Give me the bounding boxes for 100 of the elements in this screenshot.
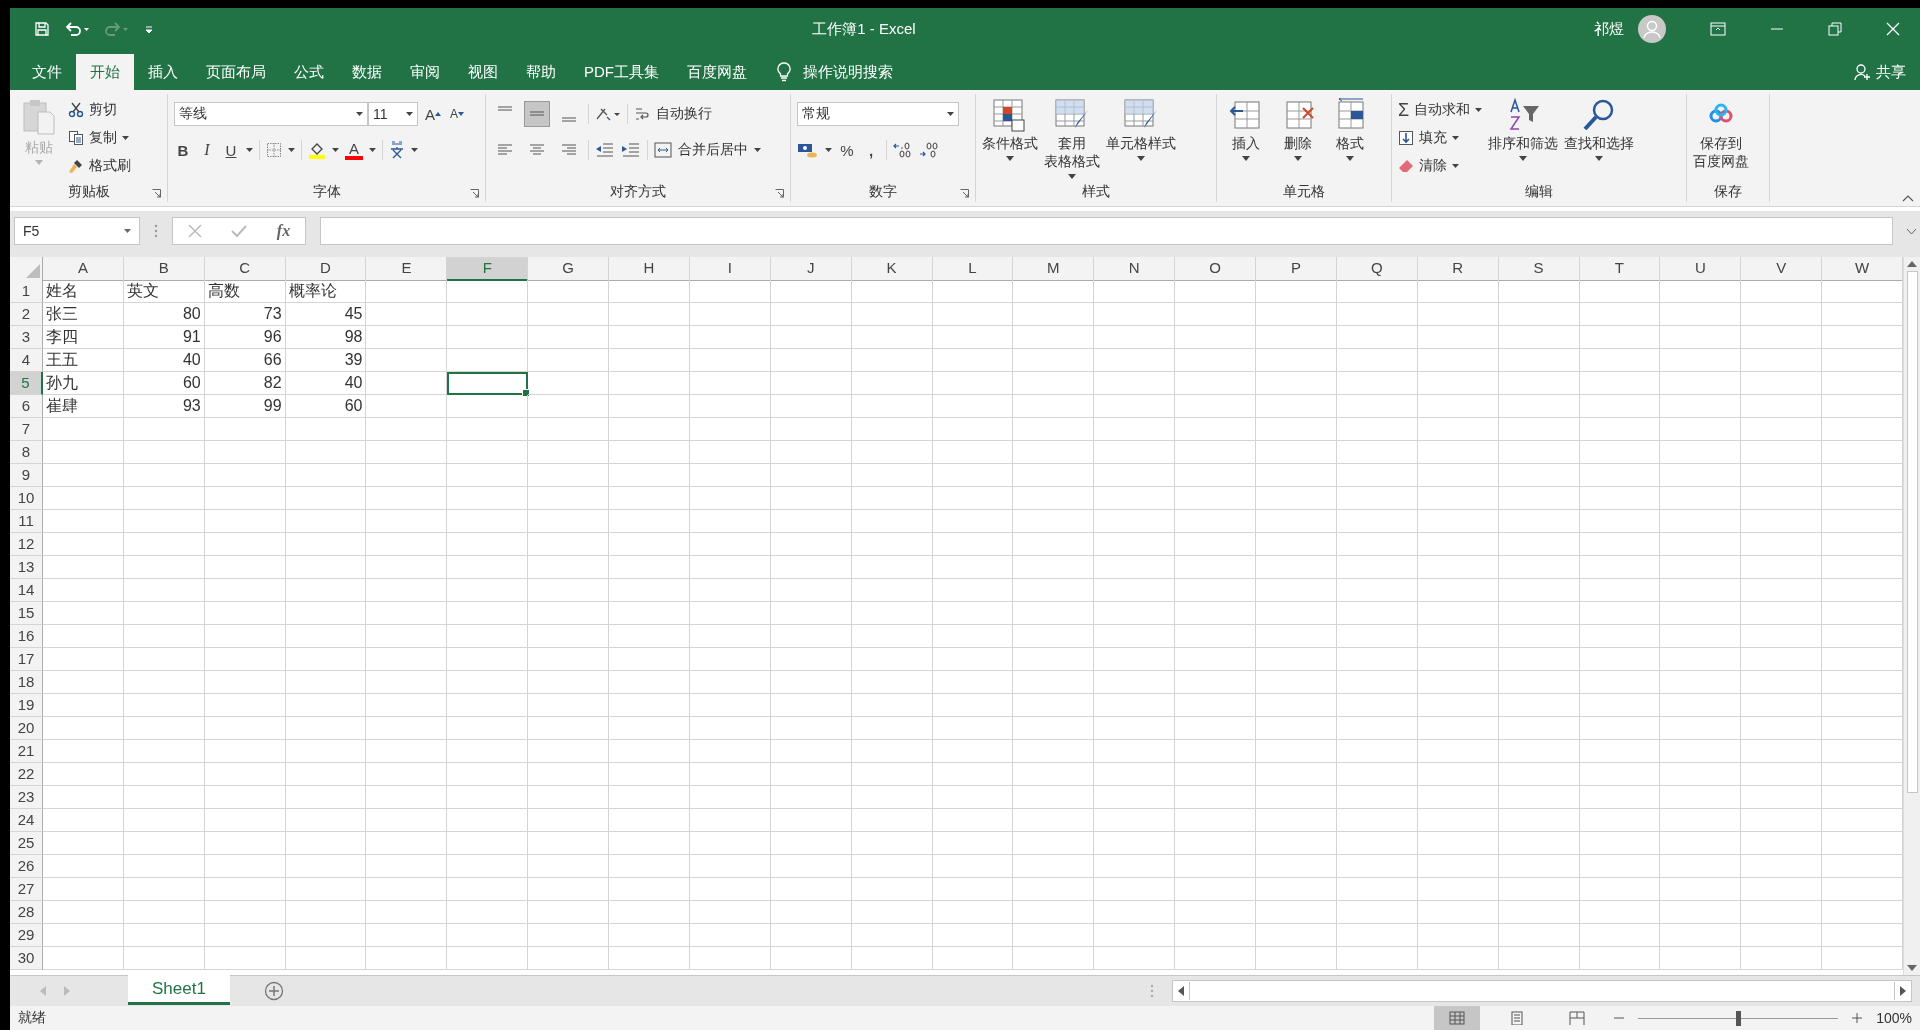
column-header[interactable]: L bbox=[932, 257, 1014, 281]
increase-font-size-button[interactable]: A bbox=[424, 102, 442, 126]
autosum-button[interactable]: 自动求和 bbox=[1414, 101, 1471, 119]
horizontal-scrollbar-thumb[interactable] bbox=[1189, 982, 1895, 1000]
font-name-dropdown[interactable]: 等线 bbox=[174, 102, 368, 126]
tell-me-search[interactable]: 操作说明搜索 bbox=[803, 62, 893, 82]
eraser-icon[interactable] bbox=[1398, 158, 1414, 174]
save-to-cloud-button[interactable]: 保存到 百度网盘 bbox=[1693, 134, 1749, 170]
paintbrush-icon[interactable] bbox=[68, 158, 84, 174]
row-header[interactable]: 2 bbox=[10, 303, 43, 326]
insert-function-button[interactable]: fx bbox=[276, 222, 291, 240]
name-box[interactable]: F5 bbox=[14, 217, 140, 245]
column-header[interactable]: O bbox=[1175, 257, 1257, 281]
row-header[interactable]: 12 bbox=[10, 533, 43, 556]
column-header[interactable]: T bbox=[1579, 257, 1661, 281]
fill-color-icon[interactable] bbox=[308, 141, 326, 159]
clear-button[interactable]: 清除 bbox=[1419, 157, 1447, 175]
cut-button[interactable]: 剪切 bbox=[89, 101, 117, 119]
caret-icon[interactable] bbox=[288, 148, 295, 152]
row-header[interactable]: 3 bbox=[10, 326, 43, 349]
ribbon-tab[interactable]: 文件 bbox=[18, 54, 76, 90]
row-header[interactable]: 17 bbox=[10, 648, 43, 671]
formula-input[interactable] bbox=[320, 217, 1893, 245]
zoom-in-icon[interactable] bbox=[1852, 1013, 1863, 1023]
percent-button[interactable]: % bbox=[838, 138, 856, 162]
caret-icon[interactable] bbox=[1452, 164, 1459, 168]
row-header[interactable]: 29 bbox=[10, 924, 43, 947]
caret-icon[interactable] bbox=[1595, 156, 1604, 161]
triangle-icon[interactable] bbox=[458, 112, 464, 116]
checkmark-icon[interactable] bbox=[231, 224, 248, 238]
caret-icon[interactable] bbox=[369, 148, 376, 152]
currency-icon[interactable] bbox=[797, 141, 819, 159]
styles-button[interactable]: 条件格式 bbox=[982, 134, 1038, 152]
row-header[interactable]: 5 bbox=[10, 372, 43, 395]
collapse-ribbon-icon[interactable] bbox=[1902, 194, 1914, 202]
caret-icon[interactable] bbox=[1519, 156, 1528, 161]
ribbon-tab[interactable]: 百度网盘 bbox=[673, 54, 761, 90]
caret-icon[interactable] bbox=[1346, 156, 1354, 161]
restore-icon[interactable] bbox=[1828, 22, 1842, 36]
row-header[interactable]: 25 bbox=[10, 832, 43, 855]
column-header[interactable]: V bbox=[1741, 257, 1823, 281]
sheet-tab[interactable]: Sheet1 bbox=[128, 975, 230, 1005]
column-header[interactable]: D bbox=[285, 257, 367, 281]
view-mode-button[interactable] bbox=[1434, 1006, 1481, 1030]
row-header[interactable]: 15 bbox=[10, 602, 43, 625]
copy-button[interactable]: 复制 bbox=[89, 129, 117, 147]
borders-icon[interactable] bbox=[266, 142, 282, 158]
row-header[interactable]: 22 bbox=[10, 763, 43, 786]
cells-button[interactable]: 插入 bbox=[1232, 134, 1260, 152]
row-header[interactable]: 27 bbox=[10, 878, 43, 901]
column-header[interactable]: E bbox=[366, 257, 448, 281]
scroll-down-icon[interactable] bbox=[1907, 965, 1917, 971]
ribbon-tab[interactable]: PDF工具集 bbox=[570, 54, 673, 90]
row-header[interactable]: 26 bbox=[10, 855, 43, 878]
scroll-up-icon[interactable] bbox=[1907, 261, 1917, 267]
grid-icon[interactable] bbox=[1449, 1011, 1466, 1025]
ribbon-tab[interactable]: 开始 bbox=[76, 54, 134, 90]
wrap-text-button[interactable]: 自动换行 bbox=[656, 105, 712, 123]
decrease-indent-icon[interactable] bbox=[595, 142, 615, 158]
dialog-launcher-icon[interactable] bbox=[775, 189, 784, 198]
caret-icon[interactable] bbox=[246, 148, 253, 152]
sort-filter-button[interactable]: 排序和筛选 bbox=[1488, 134, 1559, 152]
decrease-decimal-icon[interactable] bbox=[919, 141, 939, 159]
cells-button[interactable]: 删除 bbox=[1284, 134, 1312, 152]
column-header[interactable]: B bbox=[123, 257, 205, 281]
zoom-slider-thumb[interactable] bbox=[1736, 1010, 1742, 1026]
merge-center-button[interactable]: 合并后居中 bbox=[678, 141, 748, 159]
ribbon-tab[interactable]: 帮助 bbox=[512, 54, 570, 90]
clipboard-icon[interactable] bbox=[22, 98, 56, 136]
row-header[interactable]: 20 bbox=[10, 717, 43, 740]
avatar-icon[interactable] bbox=[1638, 15, 1666, 43]
undo-icon[interactable] bbox=[64, 21, 90, 37]
cells-icon[interactable] bbox=[1229, 98, 1263, 132]
column-header[interactable]: U bbox=[1660, 257, 1742, 281]
column-header[interactable]: S bbox=[1498, 257, 1580, 281]
caret-icon[interactable] bbox=[754, 148, 761, 152]
row-header[interactable]: 6 bbox=[10, 395, 43, 418]
ribbon-tab[interactable]: 插入 bbox=[134, 54, 192, 90]
ribbon-tab[interactable]: 页面布局 bbox=[192, 54, 280, 90]
save-icon[interactable] bbox=[34, 21, 50, 37]
phonetic-guide-icon[interactable] bbox=[389, 141, 405, 159]
caret-icon[interactable] bbox=[1242, 156, 1250, 161]
caret-icon[interactable] bbox=[825, 148, 832, 152]
active-cell[interactable] bbox=[447, 372, 529, 395]
comma-style-button[interactable]: , bbox=[862, 138, 880, 162]
fill-down-icon[interactable] bbox=[1398, 130, 1414, 146]
customize-toolbar-icon[interactable] bbox=[144, 23, 154, 35]
caret-icon[interactable] bbox=[1452, 136, 1459, 140]
column-header[interactable]: J bbox=[770, 257, 852, 281]
caret-icon[interactable] bbox=[1475, 108, 1483, 112]
format-painter-button[interactable]: 格式刷 bbox=[89, 157, 131, 175]
triangle-icon[interactable] bbox=[435, 112, 441, 116]
merge-center-icon[interactable] bbox=[654, 142, 672, 158]
caret-icon[interactable] bbox=[122, 136, 129, 140]
row-header[interactable]: 21 bbox=[10, 740, 43, 763]
column-header[interactable]: R bbox=[1417, 257, 1499, 281]
share-button[interactable]: 共享 bbox=[1876, 62, 1906, 82]
row-header[interactable]: 30 bbox=[10, 947, 43, 970]
copy-icon[interactable] bbox=[68, 130, 84, 146]
font-color-button[interactable]: A bbox=[345, 140, 363, 160]
